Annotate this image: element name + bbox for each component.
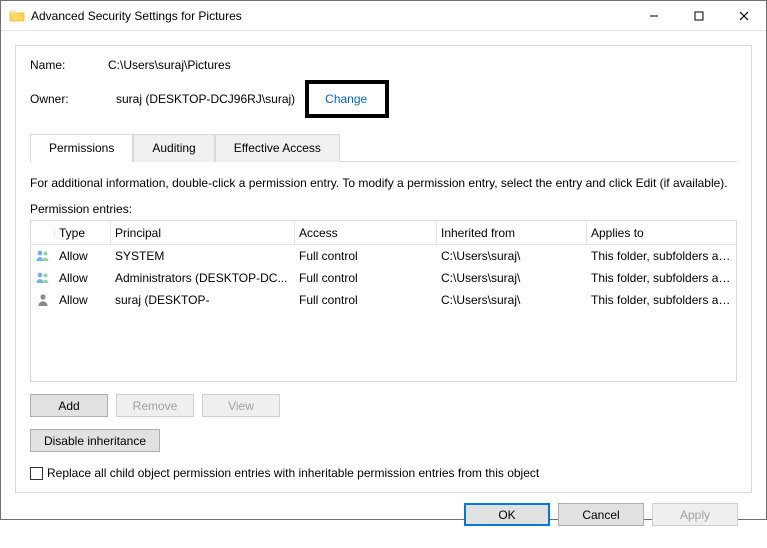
cell-access: Full control — [295, 269, 437, 287]
cancel-button[interactable]: Cancel — [558, 503, 644, 526]
replace-children-checkbox[interactable] — [30, 467, 43, 480]
table-row[interactable]: Allow Administrators (DESKTOP-DC... Full… — [31, 267, 736, 289]
window: Advanced Security Settings for Pictures … — [0, 0, 767, 520]
cell-applies: This folder, subfolders and files — [587, 247, 736, 265]
permission-table: Type Principal Access Inherited from App… — [30, 220, 737, 382]
apply-button-label: Apply — [680, 508, 710, 522]
name-row: Name: C:\Users\suraj\Pictures — [30, 58, 737, 72]
cell-principal: Administrators (DESKTOP-DC... — [111, 269, 295, 287]
window-title: Advanced Security Settings for Pictures — [31, 9, 631, 23]
cell-inherited: C:\Users\suraj\ — [437, 269, 587, 287]
col-principal[interactable]: Principal — [111, 222, 295, 244]
tab-permissions[interactable]: Permissions — [30, 134, 133, 162]
name-value: C:\Users\suraj\Pictures — [108, 58, 231, 72]
user-icon — [31, 290, 55, 310]
table-row[interactable]: Allow suraj (DESKTOP- Full control C:\Us… — [31, 289, 736, 311]
group-icon — [31, 268, 55, 288]
ok-button[interactable]: OK — [464, 503, 550, 526]
dialog-footer: OK Cancel Apply — [15, 493, 752, 538]
cell-access: Full control — [295, 291, 437, 309]
minimize-button[interactable] — [631, 1, 676, 30]
cancel-button-label: Cancel — [582, 508, 619, 522]
folder-icon — [9, 8, 25, 24]
cell-principal: SYSTEM — [111, 247, 295, 265]
change-owner-link[interactable]: Change — [325, 92, 367, 106]
view-button-label: View — [228, 399, 254, 413]
tabs: Permissions Auditing Effective Access — [30, 134, 737, 162]
add-button[interactable]: Add — [30, 394, 108, 417]
view-button[interactable]: View — [202, 394, 280, 417]
titlebar: Advanced Security Settings for Pictures — [1, 1, 766, 31]
col-applies[interactable]: Applies to — [587, 222, 736, 244]
cell-type: Allow — [55, 291, 111, 309]
cell-inherited: C:\Users\suraj\ — [437, 247, 587, 265]
cell-access: Full control — [295, 247, 437, 265]
owner-value: suraj (DESKTOP-DCJ96RJ\suraj) — [116, 92, 295, 106]
apply-button[interactable]: Apply — [652, 503, 738, 526]
close-button[interactable] — [721, 1, 766, 30]
disable-inheritance-button[interactable]: Disable inheritance — [30, 429, 160, 452]
table-row[interactable]: Allow SYSTEM Full control C:\Users\suraj… — [31, 245, 736, 267]
cell-inherited: C:\Users\suraj\ — [437, 291, 587, 309]
tab-permissions-label: Permissions — [49, 141, 114, 155]
tab-auditing[interactable]: Auditing — [133, 134, 214, 162]
maximize-button[interactable] — [676, 1, 721, 30]
add-button-label: Add — [58, 399, 79, 413]
remove-button-label: Remove — [133, 399, 178, 413]
owner-row: Owner: suraj (DESKTOP-DCJ96RJ\suraj) Cha… — [30, 80, 737, 118]
owner-label: Owner: — [30, 92, 108, 106]
inner-panel: Name: C:\Users\suraj\Pictures Owner: sur… — [15, 45, 752, 493]
content-area: Name: C:\Users\suraj\Pictures Owner: sur… — [1, 31, 766, 548]
group-icon — [31, 246, 55, 266]
cell-applies: This folder, subfolders and files — [587, 291, 736, 309]
tab-effective-access[interactable]: Effective Access — [215, 134, 340, 162]
col-icon[interactable] — [31, 229, 55, 237]
info-text: For additional information, double-click… — [30, 176, 737, 190]
replace-children-row: Replace all child object permission entr… — [30, 466, 737, 480]
cell-type: Allow — [55, 269, 111, 287]
cell-principal: suraj (DESKTOP- — [111, 291, 295, 309]
permission-entries-label: Permission entries: — [30, 202, 737, 216]
cell-type: Allow — [55, 247, 111, 265]
table-header: Type Principal Access Inherited from App… — [31, 221, 736, 245]
ok-button-label: OK — [498, 508, 515, 522]
tab-effective-access-label: Effective Access — [234, 141, 321, 155]
disable-inheritance-label: Disable inheritance — [44, 434, 146, 448]
table-buttons: Add Remove View — [30, 394, 737, 417]
remove-button[interactable]: Remove — [116, 394, 194, 417]
cell-applies: This folder, subfolders and files — [587, 269, 736, 287]
col-access[interactable]: Access — [295, 222, 437, 244]
replace-children-label: Replace all child object permission entr… — [47, 466, 539, 480]
col-type[interactable]: Type — [55, 222, 111, 244]
disable-inheritance-row: Disable inheritance — [30, 429, 737, 452]
name-label: Name: — [30, 58, 108, 72]
col-inherited[interactable]: Inherited from — [437, 222, 587, 244]
change-highlight: Change — [305, 80, 389, 118]
tab-auditing-label: Auditing — [152, 141, 195, 155]
